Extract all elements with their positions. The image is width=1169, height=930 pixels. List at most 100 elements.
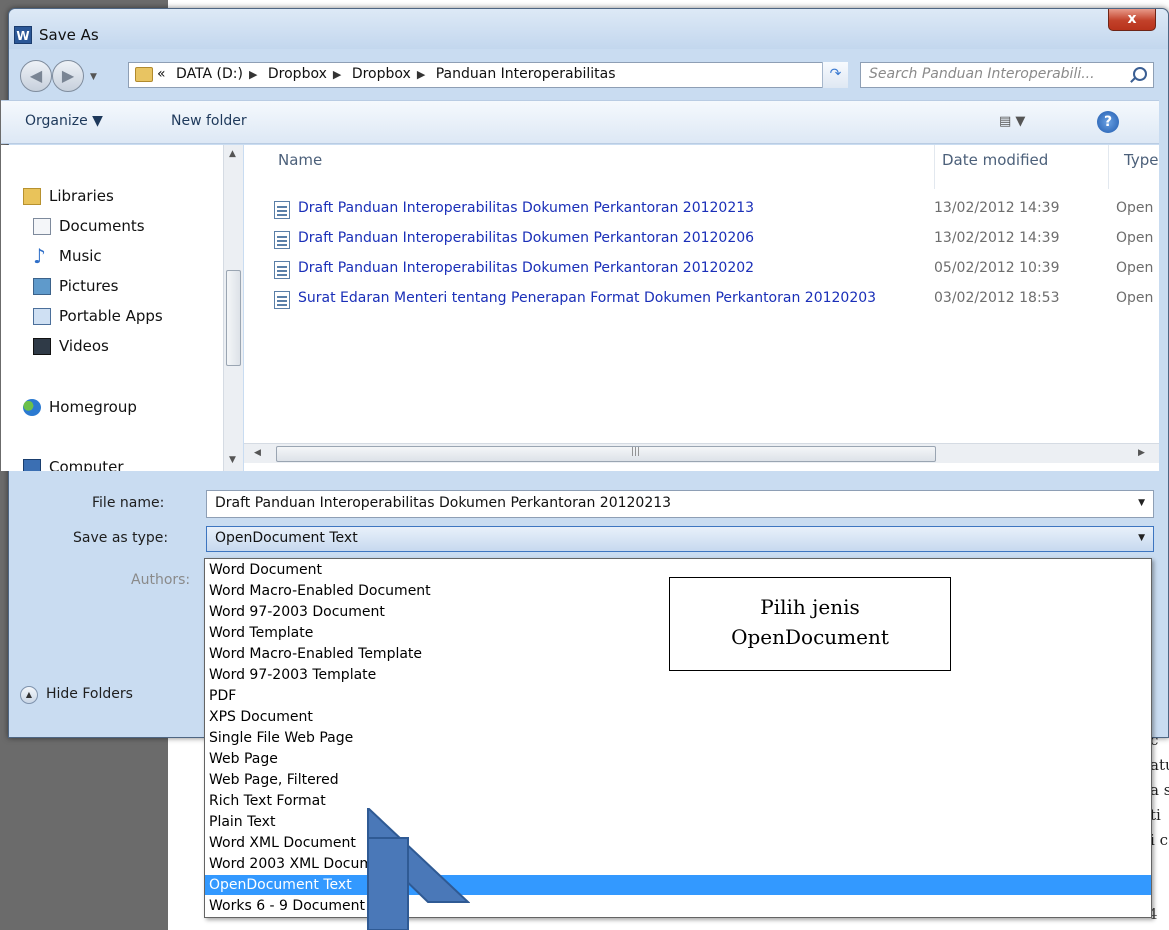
file-date: 05/02/2012 10:39 (934, 260, 1060, 276)
file-list: Name Date modified Type Draft Panduan In… (244, 145, 1159, 471)
horizontal-scrollbar[interactable]: ◀ ||| ▶ (244, 443, 1159, 463)
column-header-date[interactable]: Date modified (942, 151, 1048, 169)
organize-button[interactable]: Organize ▼ (25, 113, 103, 129)
breadcrumb-overflow[interactable]: « (157, 66, 166, 82)
sidebar-item-label: Portable Apps (59, 307, 163, 325)
computer-icon (23, 459, 41, 471)
document-file-icon (274, 231, 290, 249)
file-name: Surat Edaran Menteri tentang Penerapan F… (298, 290, 877, 306)
breadcrumb: « DATA (D:) ▶ Dropbox ▶ Dropbox ▶ Panduan I… (157, 66, 622, 82)
toolbar: Organize ▼ New folder ▤ ▼ ? (1, 100, 1159, 144)
breadcrumb-item[interactable]: Panduan Interoperabilitas (436, 66, 616, 82)
file-date: 03/02/2012 18:53 (934, 290, 1060, 306)
chevron-down-icon[interactable]: ▼ (1138, 498, 1145, 508)
dropdown-option[interactable]: PDF (205, 686, 1151, 706)
file-date: 13/02/2012 14:39 (934, 200, 1060, 216)
dropdown-option[interactable]: Web Page (205, 749, 1151, 769)
column-header-type[interactable]: Type (1124, 151, 1158, 169)
breadcrumb-item[interactable]: Dropbox (268, 66, 327, 82)
scroll-up-icon[interactable]: ▲ (229, 149, 236, 159)
dropdown-option[interactable]: Works 6 - 9 Document (205, 896, 1151, 916)
navigation-buttons: ◀ ▶ ▼ (20, 60, 124, 92)
chevron-down-icon[interactable]: ▼ (1138, 533, 1145, 543)
portable-apps-icon (33, 308, 51, 325)
document-file-icon (274, 201, 290, 219)
sidebar-item-label: Music (59, 247, 102, 265)
sidebar-item-label: Libraries (49, 187, 114, 205)
breadcrumb-separator-icon[interactable]: ▶ (249, 68, 257, 81)
dropdown-option[interactable]: Plain Text (205, 812, 1151, 832)
save-as-type-select[interactable]: OpenDocument Text ▼ (206, 526, 1154, 552)
help-icon[interactable]: ? (1097, 111, 1119, 133)
dropdown-option[interactable]: Single File Web Page (205, 728, 1151, 748)
change-view-button[interactable]: ▤ ▼ (999, 114, 1025, 129)
breadcrumb-item[interactable]: Dropbox (352, 66, 411, 82)
dropdown-option[interactable]: Rich Text Format (205, 791, 1151, 811)
scroll-down-icon[interactable]: ▼ (229, 455, 236, 465)
background-text-fragment: a s (1150, 781, 1169, 799)
background-text-fragment: atu (1150, 756, 1169, 774)
column-divider[interactable] (934, 145, 935, 189)
folder-icon (135, 67, 153, 82)
recent-pages-dropdown-icon[interactable]: ▼ (90, 72, 97, 82)
scrollbar-thumb[interactable] (226, 270, 241, 366)
new-folder-button[interactable]: New folder (171, 113, 247, 129)
breadcrumb-separator-icon[interactable]: ▶ (417, 68, 425, 81)
sidebar-item-label: Documents (59, 217, 145, 235)
refresh-button[interactable]: ↷ (822, 62, 848, 88)
hide-folders-label: Hide Folders (46, 686, 133, 702)
scroll-right-icon[interactable]: ▶ (1138, 448, 1145, 458)
homegroup-icon (23, 399, 41, 416)
libraries-icon (23, 188, 41, 205)
column-header-name[interactable]: Name (278, 151, 322, 169)
dropdown-option-selected[interactable]: OpenDocument Text (205, 875, 1151, 895)
breadcrumb-item[interactable]: DATA (D:) (176, 66, 243, 82)
word-app-icon: W (14, 26, 32, 44)
search-input[interactable]: Search Panduan Interoperabili... (860, 62, 1154, 88)
dropdown-option[interactable]: Word 2003 XML Document (205, 854, 1151, 874)
scrollbar-grip-icon: ||| (631, 447, 641, 457)
file-name: Draft Panduan Interoperabilitas Dokumen … (298, 230, 755, 246)
authors-label: Authors: (131, 572, 191, 588)
dropdown-option[interactable]: Web Page, Filtered (205, 770, 1151, 790)
file-name-label: File name: (92, 495, 165, 511)
file-type: Open (1116, 200, 1154, 216)
navigation-pane: Libraries Documents Music Pictures Porta… (1, 145, 223, 471)
column-divider[interactable] (1108, 145, 1109, 189)
file-row[interactable]: Draft Panduan Interoperabilitas Dokumen … (244, 195, 1159, 225)
sidebar-item-label: Homegroup (49, 398, 137, 416)
dropdown-option[interactable]: XPS Document (205, 707, 1151, 727)
file-date: 13/02/2012 14:39 (934, 230, 1060, 246)
chevron-up-icon: ▲ (20, 686, 38, 704)
file-name: Draft Panduan Interoperabilitas Dokumen … (298, 260, 755, 276)
file-name-field[interactable]: Draft Panduan Interoperabilitas Dokumen … (206, 490, 1154, 518)
file-type: Open (1116, 290, 1154, 306)
file-type: Open (1116, 230, 1154, 246)
save-as-type-value: OpenDocument Text (215, 530, 358, 546)
file-row[interactable]: Draft Panduan Interoperabilitas Dokumen … (244, 255, 1159, 285)
breadcrumb-separator-icon[interactable]: ▶ (333, 68, 341, 81)
navigation-pane-scrollbar[interactable]: ▲ ▼ (223, 145, 243, 471)
annotation-callout: Pilih jenis OpenDocument (669, 577, 951, 671)
save-as-type-label: Save as type: (73, 530, 169, 546)
file-row[interactable]: Draft Panduan Interoperabilitas Dokumen … (244, 225, 1159, 255)
dropdown-option[interactable]: Word XML Document (205, 833, 1151, 853)
address-bar[interactable]: « DATA (D:) ▶ Dropbox ▶ Dropbox ▶ Panduan I… (128, 62, 848, 88)
sidebar-item-label: Computer (49, 458, 124, 471)
search-icon[interactable] (1133, 67, 1147, 81)
scroll-left-icon[interactable]: ◀ (254, 448, 261, 458)
pictures-icon (33, 278, 51, 295)
documents-icon (33, 218, 51, 235)
sidebar-item-label: Videos (59, 337, 109, 355)
scrollbar-thumb[interactable]: ||| (276, 446, 936, 462)
sidebar-item-label: Pictures (59, 277, 119, 295)
close-button[interactable]: x (1108, 9, 1156, 31)
search-placeholder: Search Panduan Interoperabili... (869, 66, 1095, 82)
file-type: Open (1116, 260, 1154, 276)
forward-button[interactable]: ▶ (52, 60, 84, 92)
file-row[interactable]: Surat Edaran Menteri tentang Penerapan F… (244, 285, 1159, 315)
annotation-arrow-icon (367, 808, 470, 930)
background-text-fragment: i c (1150, 831, 1168, 849)
back-button[interactable]: ◀ (20, 60, 52, 92)
file-name: Draft Panduan Interoperabilitas Dokumen … (298, 200, 755, 216)
